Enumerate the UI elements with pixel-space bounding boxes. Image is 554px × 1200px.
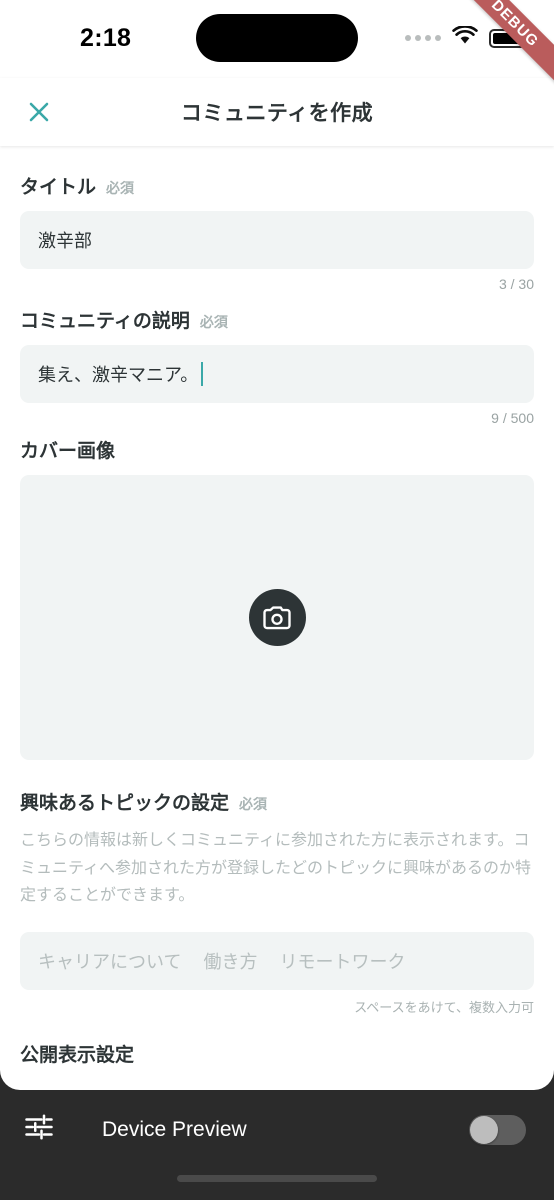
field-description-required-badge: 必須 (199, 314, 228, 330)
status-bar: 2:18 (0, 0, 554, 78)
wifi-icon (452, 25, 478, 50)
title-char-counter: 3 / 30 (498, 276, 534, 292)
cover-image-dropzone[interactable] (20, 475, 534, 760)
cellular-dots-icon (405, 35, 441, 41)
app-header: コミュニティを作成 (0, 78, 554, 146)
toggle-knob (470, 1115, 498, 1144)
topics-helper-text: スペースをあけて、複数入力可 (354, 999, 534, 1015)
topics-placeholder-tag-1: キャリアについて (38, 951, 182, 972)
app-surface: 2:18 コミュニティを作成 タイトル 必須 激辛部 3 / 30 コミュニティ… (0, 0, 554, 1090)
dynamic-island (196, 14, 358, 62)
field-title-required-badge: 必須 (106, 180, 135, 196)
field-topics-label: 興味あるトピックの設定 (20, 793, 230, 814)
title-input[interactable]: 激辛部 (20, 211, 534, 269)
topics-placeholder: キャリアについて 働き方 リモートワーク (38, 948, 405, 974)
device-preview-label: Device Preview (102, 1117, 247, 1141)
field-description: コミュニティの説明 必須 集え、激辛マニア。 9 / 500 (20, 292, 534, 426)
status-bar-time: 2:18 (80, 24, 132, 52)
field-cover-label-row: カバー画像 (20, 436, 534, 463)
description-input[interactable]: 集え、激辛マニア。 (20, 345, 534, 403)
field-topics-description: こちらの情報は新しくコミュニティに参加された方に表示されます。コミュニティへ参加… (20, 832, 532, 905)
form-body: タイトル 必須 激辛部 3 / 30 コミュニティの説明 必須 集え、激辛マニア… (0, 146, 554, 1067)
field-description-label-row: コミュニティの説明 必須 (20, 306, 534, 333)
title-input-value: 激辛部 (38, 231, 92, 251)
device-preview-toggle[interactable] (469, 1114, 526, 1145)
device-preview-bar: Device Preview (0, 1090, 554, 1200)
field-title-label: タイトル (20, 177, 97, 198)
screen-root: 2:18 コミュニティを作成 タイトル 必須 激辛部 3 / 30 コミュニティ… (0, 0, 554, 1200)
topics-input[interactable]: キャリアについて 働き方 リモートワーク (20, 931, 534, 990)
topics-placeholder-tag-3: リモートワーク (279, 951, 406, 972)
description-char-counter: 9 / 500 (491, 410, 534, 426)
field-topics: 興味あるトピックの設定 必須 こちらの情報は新しくコミュニティに参加された方に表… (20, 760, 534, 1016)
device-preview-row: Device Preview (0, 1090, 554, 1147)
description-input-value: 集え、激辛マニア。 (38, 365, 199, 385)
home-indicator (177, 1175, 377, 1182)
field-topics-required-badge: 必須 (239, 796, 268, 812)
field-title-label-row: タイトル 必須 (20, 172, 534, 199)
field-visibility-label: 公開表示設定 (20, 1044, 135, 1066)
page-title: コミュニティを作成 (180, 102, 374, 125)
field-title: タイトル 必須 激辛部 3 / 30 (20, 146, 534, 292)
camera-icon[interactable] (248, 589, 306, 646)
field-description-label: コミュニティの説明 (20, 311, 190, 332)
field-cover-label: カバー画像 (20, 441, 116, 462)
topics-placeholder-tag-2: 働き方 (203, 951, 258, 972)
field-topics-label-row: 興味あるトピックの設定 必須 (20, 788, 534, 815)
text-caret (201, 362, 204, 386)
close-icon[interactable] (22, 95, 56, 129)
field-cover-image: カバー画像 (20, 426, 534, 760)
sliders-icon[interactable] (24, 1112, 54, 1147)
